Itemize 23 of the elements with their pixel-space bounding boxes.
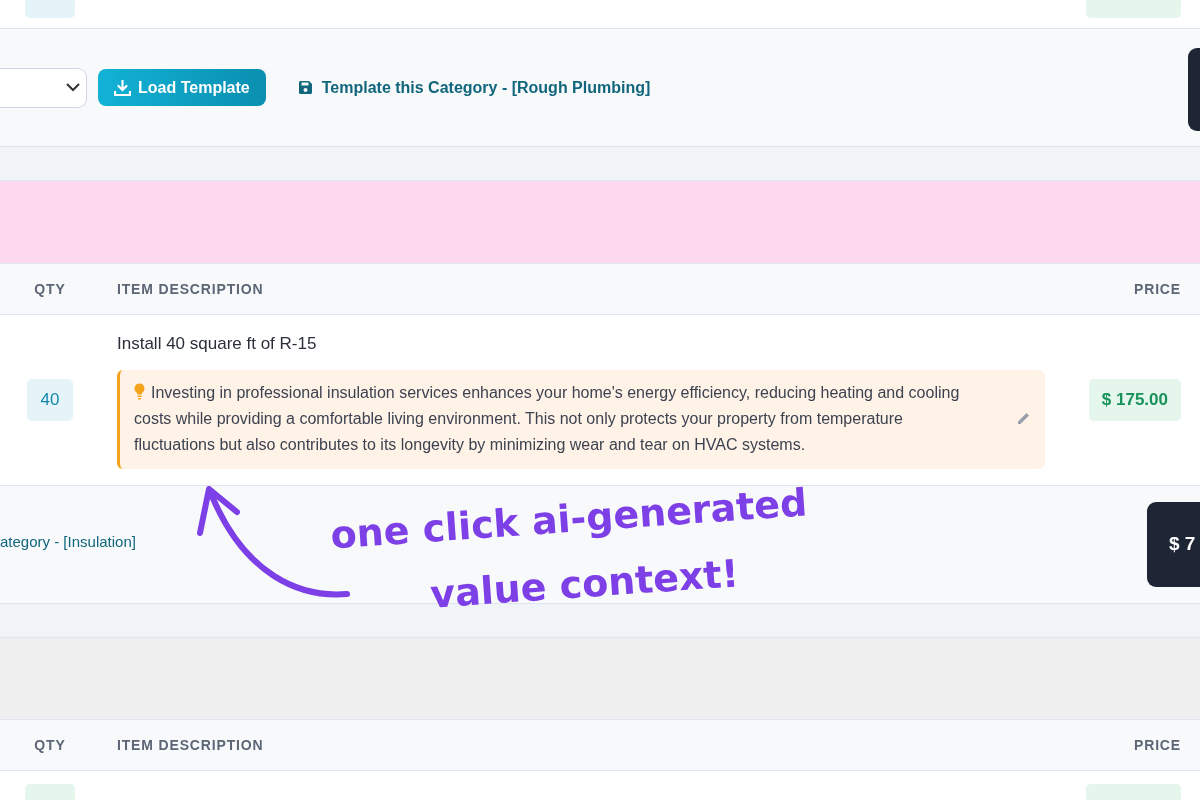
qty-badge	[25, 783, 75, 800]
annotation-text: value context!	[429, 554, 741, 614]
save-template-link[interactable]: ategory - [Insulation]	[0, 531, 136, 554]
load-template-button[interactable]: Load Template	[98, 69, 266, 106]
qty-badge	[25, 0, 75, 18]
column-header: PRICE	[1134, 279, 1181, 299]
column-header: ITEM DESCRIPTION	[117, 280, 264, 297]
qty-badge: 40	[26, 379, 74, 421]
pencil-icon[interactable]	[1016, 410, 1031, 426]
total-amount: $ 7	[1169, 532, 1196, 557]
price-badge: $ 175.00	[1088, 379, 1181, 421]
download-icon	[114, 79, 131, 96]
column-header: PRICE	[1134, 735, 1181, 755]
column-header: ITEM DESCRIPTION	[117, 736, 264, 753]
save-template-link[interactable]: Template this Category - [Rough Plumbing]	[297, 75, 651, 100]
column-header: QTY	[34, 279, 66, 299]
chevron-down-icon	[66, 83, 80, 92]
column-header: QTY	[34, 735, 66, 755]
annotation-text: one click ai-generated	[329, 483, 809, 555]
item-description: Install 40 square ft of R-15	[117, 333, 318, 356]
lightbulb-icon	[134, 382, 145, 400]
template-select[interactable]	[0, 67, 87, 108]
value-context-text: Investing in professional insulation services enhances your home's energy efficiency, reducing heating and cooling costs while providing a comfortable living environment. This not only protects your property from temperature fluctuations but also contributes to its longevity by minimizing wear and tear on HVAC systems.	[134, 383, 960, 453]
